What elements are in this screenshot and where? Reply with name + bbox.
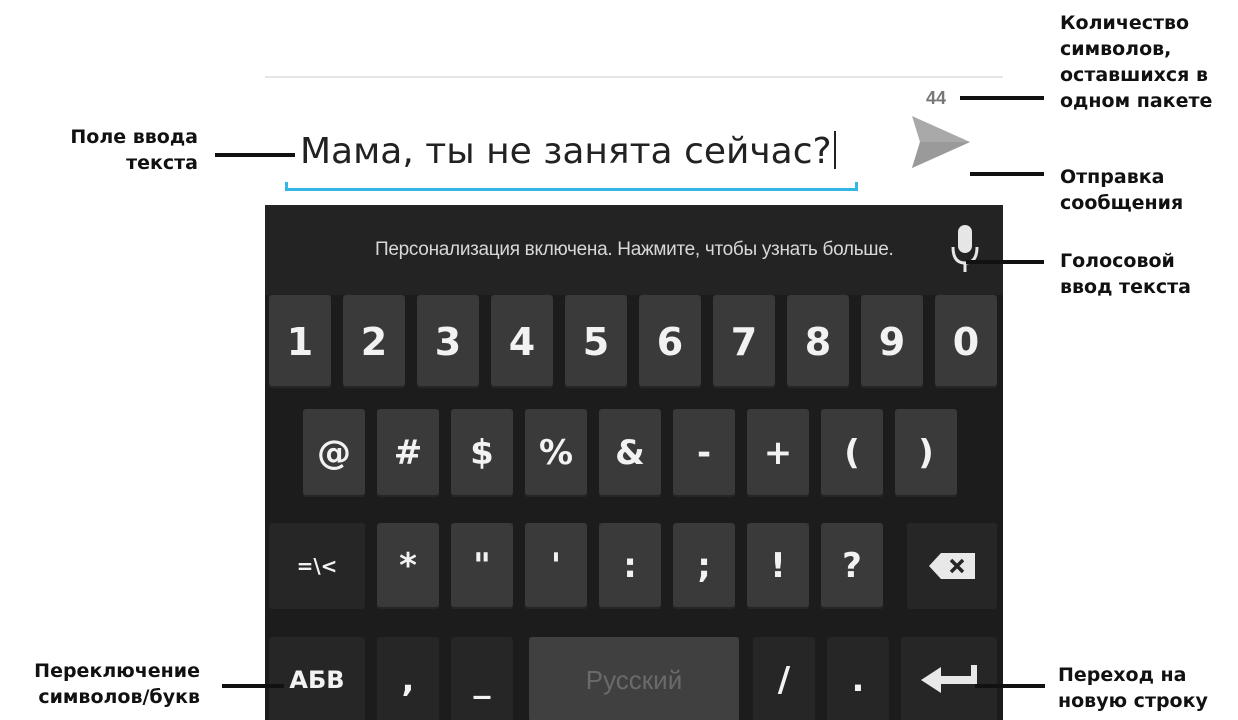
send-icon[interactable] bbox=[910, 114, 972, 170]
annotation-switch: Переключение символов/букв bbox=[0, 658, 200, 710]
annotation-line: Переход на bbox=[1058, 664, 1187, 686]
key-0[interactable]: 0 bbox=[935, 295, 997, 388]
key-minus[interactable]: - bbox=[673, 409, 735, 497]
enter-arrow-icon bbox=[921, 665, 977, 693]
microphone-icon[interactable] bbox=[949, 223, 981, 275]
annotation-line: одном пакете bbox=[1060, 90, 1213, 112]
annotation-send: Отправка сообщения bbox=[1060, 164, 1238, 216]
key-percent[interactable]: % bbox=[525, 409, 587, 497]
annotation-line: оставшихся в bbox=[1060, 64, 1209, 86]
key-open-paren[interactable]: ( bbox=[821, 409, 883, 497]
enter-key[interactable] bbox=[901, 637, 997, 720]
key-2[interactable]: 2 bbox=[343, 295, 405, 388]
annotation-line: символов, bbox=[1060, 38, 1172, 60]
key-8[interactable]: 8 bbox=[787, 295, 849, 388]
message-input-underline bbox=[285, 182, 858, 191]
key-switch-letters[interactable]: АБВ bbox=[269, 637, 365, 720]
key-close-paren[interactable]: ) bbox=[895, 409, 957, 497]
pointer-newline bbox=[975, 684, 1045, 688]
annotation-line: символов/букв bbox=[38, 686, 200, 708]
key-4[interactable]: 4 bbox=[491, 295, 553, 388]
key-double-quote[interactable]: " bbox=[451, 523, 513, 609]
soft-keyboard: Персонализация включена. Нажмите, чтобы … bbox=[265, 205, 1003, 720]
annotation-line: Отправка bbox=[1060, 166, 1165, 188]
pointer-char-count bbox=[960, 96, 1044, 100]
annotation-line: текста bbox=[126, 152, 198, 174]
annotation-input-field: Поле ввода текста bbox=[30, 124, 198, 176]
backspace-icon bbox=[929, 553, 975, 579]
remaining-char-counter: 44 bbox=[926, 88, 947, 108]
annotation-newline: Переход на новую строку bbox=[1058, 662, 1238, 714]
key-question[interactable]: ? bbox=[821, 523, 883, 609]
annotation-line: Количество bbox=[1060, 12, 1190, 34]
annotation-line: Переключение bbox=[34, 660, 200, 682]
text-caret bbox=[833, 131, 836, 169]
key-dollar[interactable]: $ bbox=[451, 409, 513, 497]
key-at[interactable]: @ bbox=[303, 409, 365, 497]
key-1[interactable]: 1 bbox=[269, 295, 331, 388]
annotation-line: сообщения bbox=[1060, 192, 1184, 214]
personalization-notice[interactable]: Персонализация включена. Нажмите, чтобы … bbox=[375, 239, 894, 261]
pointer-input-field bbox=[215, 153, 295, 157]
key-6[interactable]: 6 bbox=[639, 295, 701, 388]
annotation-line: Голосовой bbox=[1060, 250, 1175, 272]
key-9[interactable]: 9 bbox=[861, 295, 923, 388]
key-ampersand[interactable]: & bbox=[599, 409, 661, 497]
key-hash[interactable]: # bbox=[377, 409, 439, 497]
key-semicolon[interactable]: ; bbox=[673, 523, 735, 609]
message-input[interactable]: Мама, ты не занята сейчас? bbox=[300, 131, 836, 172]
key-3[interactable]: 3 bbox=[417, 295, 479, 388]
backspace-key[interactable] bbox=[907, 523, 997, 609]
key-dot[interactable]: . bbox=[827, 637, 889, 720]
annotation-line: новую строку bbox=[1058, 690, 1208, 712]
key-colon[interactable]: : bbox=[599, 523, 661, 609]
key-slash[interactable]: / bbox=[753, 637, 815, 720]
key-7[interactable]: 7 bbox=[713, 295, 775, 388]
key-exclamation[interactable]: ! bbox=[747, 523, 809, 609]
annotation-char-count: Количество символов, оставшихся в одном … bbox=[1060, 10, 1238, 114]
space-key[interactable]: Русский bbox=[529, 637, 739, 720]
key-apostrophe[interactable]: ' bbox=[525, 523, 587, 609]
key-underscore[interactable]: _ bbox=[451, 637, 513, 720]
header-divider bbox=[265, 76, 1003, 78]
key-5[interactable]: 5 bbox=[565, 295, 627, 388]
annotation-line: ввод текста bbox=[1060, 276, 1191, 298]
pointer-send bbox=[970, 172, 1044, 176]
key-plus[interactable]: + bbox=[747, 409, 809, 497]
key-more-symbols[interactable]: =\< bbox=[269, 523, 365, 609]
pointer-switch bbox=[222, 684, 284, 688]
key-asterisk[interactable]: * bbox=[377, 523, 439, 609]
annotation-line: Поле ввода bbox=[70, 126, 198, 148]
suggestion-strip[interactable]: Персонализация включена. Нажмите, чтобы … bbox=[265, 205, 1003, 295]
pointer-voice bbox=[966, 260, 1044, 264]
key-comma[interactable]: , bbox=[377, 637, 439, 720]
annotation-voice: Голосовой ввод текста bbox=[1060, 248, 1238, 300]
message-text: Мама, ты не занята сейчас? bbox=[300, 131, 832, 172]
